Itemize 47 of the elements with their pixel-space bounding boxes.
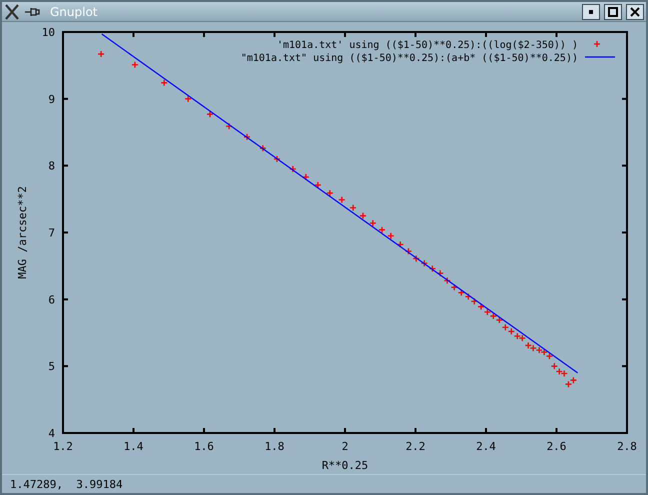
- pin-icon[interactable]: [24, 6, 40, 18]
- legend-label: "m101a.txt" using (($1-50)**0.25):(a+b* (($1-50)**0.25)): [240, 53, 578, 64]
- close-button[interactable]: [626, 4, 644, 20]
- axis-title: R**0.25: [322, 459, 368, 472]
- tick-label: 10: [42, 26, 55, 40]
- tick-label: 2.4: [476, 440, 496, 454]
- data-point: [225, 123, 233, 130]
- data-point: [131, 62, 139, 69]
- data-point: [326, 190, 334, 198]
- maximize-icon: [608, 6, 618, 17]
- tick-label: 1.2: [53, 440, 73, 454]
- data-point: [338, 196, 346, 204]
- data-point: [369, 220, 376, 228]
- data-point: [314, 182, 322, 190]
- tick-label: 7: [48, 226, 55, 240]
- tick-label: 1.6: [194, 440, 214, 454]
- maximize-button[interactable]: [604, 4, 622, 20]
- data-point: [243, 134, 251, 142]
- data-point: [206, 111, 214, 118]
- tick-label: 9: [48, 93, 55, 106]
- tick-label: 2: [342, 440, 348, 454]
- tick-label: 1.4: [124, 440, 144, 454]
- data-point: [302, 174, 310, 182]
- legend-line: [585, 56, 615, 58]
- data-point: [184, 96, 192, 103]
- data-point: [97, 50, 105, 58]
- legend-label: 'm101a.txt' using (($1-50)**0.25):((log($2-350)) ): [276, 40, 578, 52]
- tick-label: 5: [48, 360, 55, 374]
- x-logo-icon[interactable]: [4, 4, 20, 20]
- tick-label: 1.8: [264, 440, 284, 454]
- minimize-button[interactable]: [582, 4, 600, 20]
- tick-label: 2.8: [617, 440, 637, 454]
- data-point: [259, 145, 267, 152]
- tick-label: 2.6: [546, 440, 566, 454]
- data-point: [273, 156, 281, 164]
- tick-label: 8: [48, 160, 55, 174]
- axis-title: MAG /arcsec**2: [16, 186, 29, 280]
- data-point: [160, 80, 168, 87]
- data-point: [289, 166, 296, 174]
- tick-label: 4: [48, 427, 55, 440]
- window-title: Gnuplot: [50, 4, 99, 19]
- data-point: [349, 204, 357, 212]
- data-point: [359, 212, 367, 220]
- cursor-coordinates: 1.47289, 3.99184: [10, 478, 123, 491]
- close-icon: [630, 6, 640, 17]
- tick-label: 6: [48, 294, 55, 307]
- tick-label: 2.2: [406, 440, 426, 454]
